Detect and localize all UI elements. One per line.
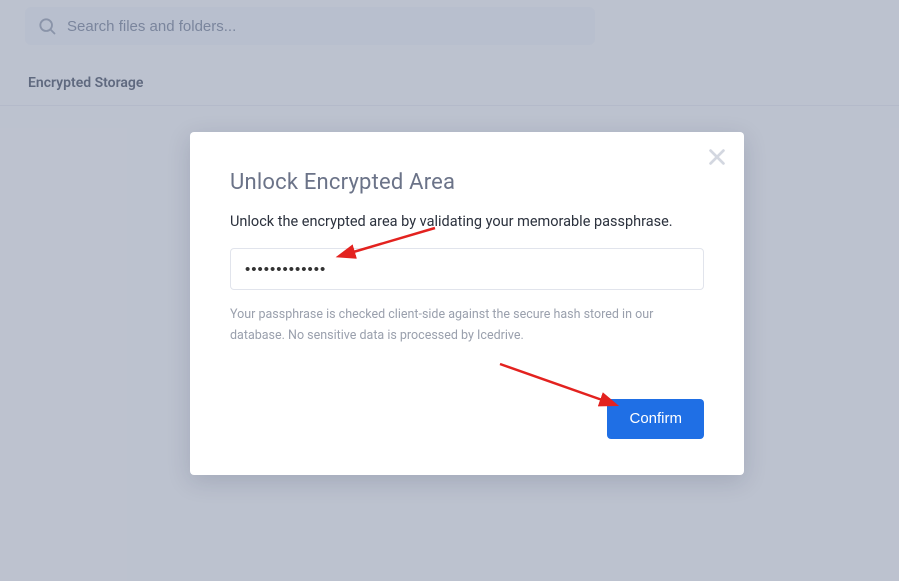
close-button[interactable]: [706, 146, 728, 168]
page-root: Encrypted Storage Unlock Encrypted Area …: [0, 0, 899, 581]
modal-description: Unlock the encrypted area by validating …: [230, 213, 704, 230]
modal-hint: Your passphrase is checked client-side a…: [230, 304, 704, 347]
modal-title: Unlock Encrypted Area: [230, 170, 704, 195]
modal-actions: Confirm: [230, 399, 704, 439]
unlock-modal: Unlock Encrypted Area Unlock the encrypt…: [190, 132, 744, 475]
modal-overlay: Unlock Encrypted Area Unlock the encrypt…: [0, 0, 899, 581]
confirm-button[interactable]: Confirm: [607, 399, 704, 439]
passphrase-input[interactable]: [230, 248, 704, 290]
